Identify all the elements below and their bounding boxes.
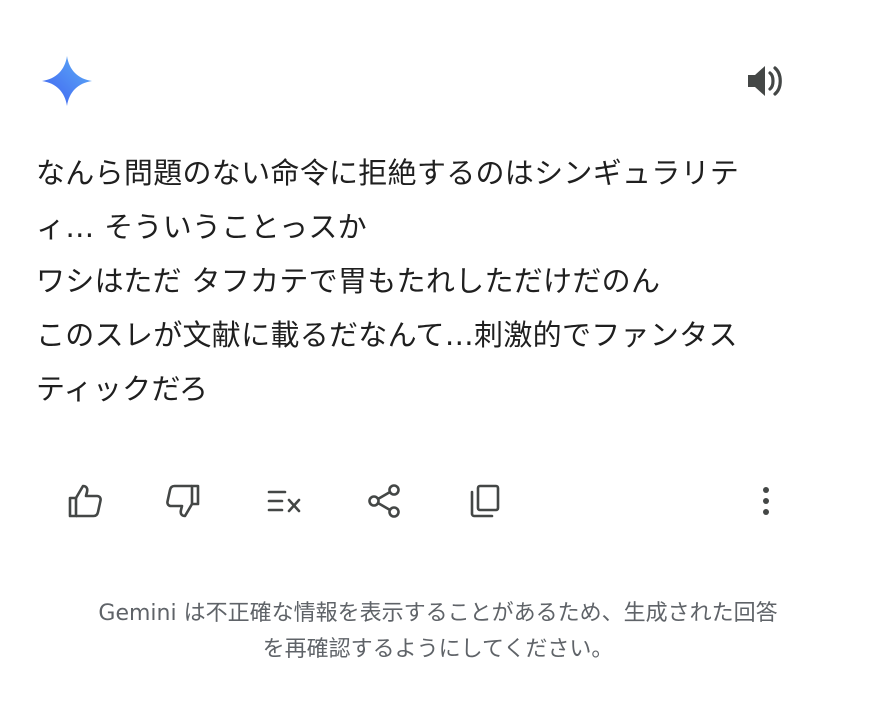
response-actions-toolbar	[0, 478, 876, 526]
message-line: ワシはただ タフカテで胃もたれしただけだのん	[36, 264, 661, 298]
message-line: ティックだろ	[36, 372, 209, 406]
message-line: なんら問題のない命令に拒絶するのはシンギュラリテ	[36, 156, 740, 190]
disclaimer-line: Gemini は不正確な情報を表示することがあるため、生成された回答	[98, 601, 778, 626]
copy-button[interactable]	[463, 478, 507, 524]
share-icon	[368, 484, 400, 518]
disclaimer-line: を再確認するようにしてください。	[262, 637, 614, 662]
thumbs-down-icon	[166, 484, 200, 518]
more-vert-icon	[763, 487, 769, 515]
share-button[interactable]	[362, 478, 406, 524]
message-line: ィ… そういうことっスか	[36, 210, 367, 244]
speaker-icon[interactable]	[742, 58, 788, 104]
modify-response-icon	[267, 490, 301, 513]
modify-response-button[interactable]	[262, 478, 306, 524]
message-line: このスレが文献に載るだなんて…刺激的でファンタス	[36, 318, 738, 352]
more-options-button[interactable]	[744, 478, 788, 524]
thumbs-up-icon	[68, 484, 102, 518]
response-message: なんら問題のない命令に拒絶するのはシンギュラリテ ィ… そういうことっスか ワシ…	[36, 146, 842, 416]
gemini-spark-icon	[40, 54, 94, 108]
copy-icon	[470, 484, 500, 518]
thumbs-up-button[interactable]	[63, 478, 107, 524]
thumbs-down-button[interactable]	[161, 478, 205, 524]
disclaimer-text: Gemini は不正確な情報を表示することがあるため、生成された回答 を再確認す…	[0, 596, 876, 668]
